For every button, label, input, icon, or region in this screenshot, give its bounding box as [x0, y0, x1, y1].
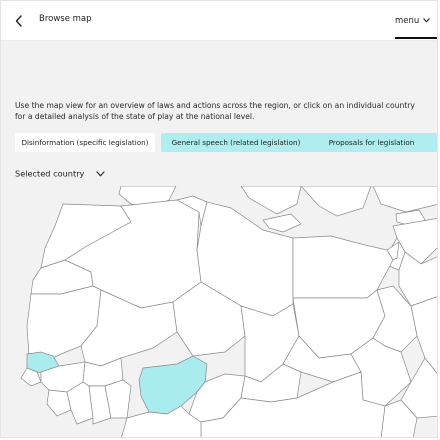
- country-selector-label: Selected country: [15, 168, 85, 179]
- filter-chips: Disinformation (specific legislation) Ge…: [15, 133, 437, 154]
- country-selector[interactable]: Selected country: [15, 163, 105, 179]
- top-bar: Browse map menu: [1, 1, 437, 41]
- page-title: Browse map: [39, 14, 92, 24]
- region-map[interactable]: [1, 186, 438, 438]
- app-frame: Browse map menu Use the map view for an …: [0, 0, 438, 438]
- filter-proposals[interactable]: Proposals for legislation: [306, 133, 437, 152]
- map-svg[interactable]: [1, 186, 438, 438]
- chevron-down-icon: [95, 170, 105, 176]
- menu-label: menu: [395, 16, 420, 26]
- chevron-left-icon[interactable]: [15, 15, 23, 27]
- filter-general-speech[interactable]: General speech (related legislation): [161, 133, 311, 152]
- menu-button[interactable]: menu: [395, 1, 437, 39]
- filter-disinformation[interactable]: Disinformation (specific legislation): [15, 133, 155, 152]
- intro-text: Use the map view for an overview of laws…: [15, 101, 415, 121]
- scroll-handle[interactable]: [213, 437, 229, 438]
- chevron-down-icon: [423, 18, 430, 23]
